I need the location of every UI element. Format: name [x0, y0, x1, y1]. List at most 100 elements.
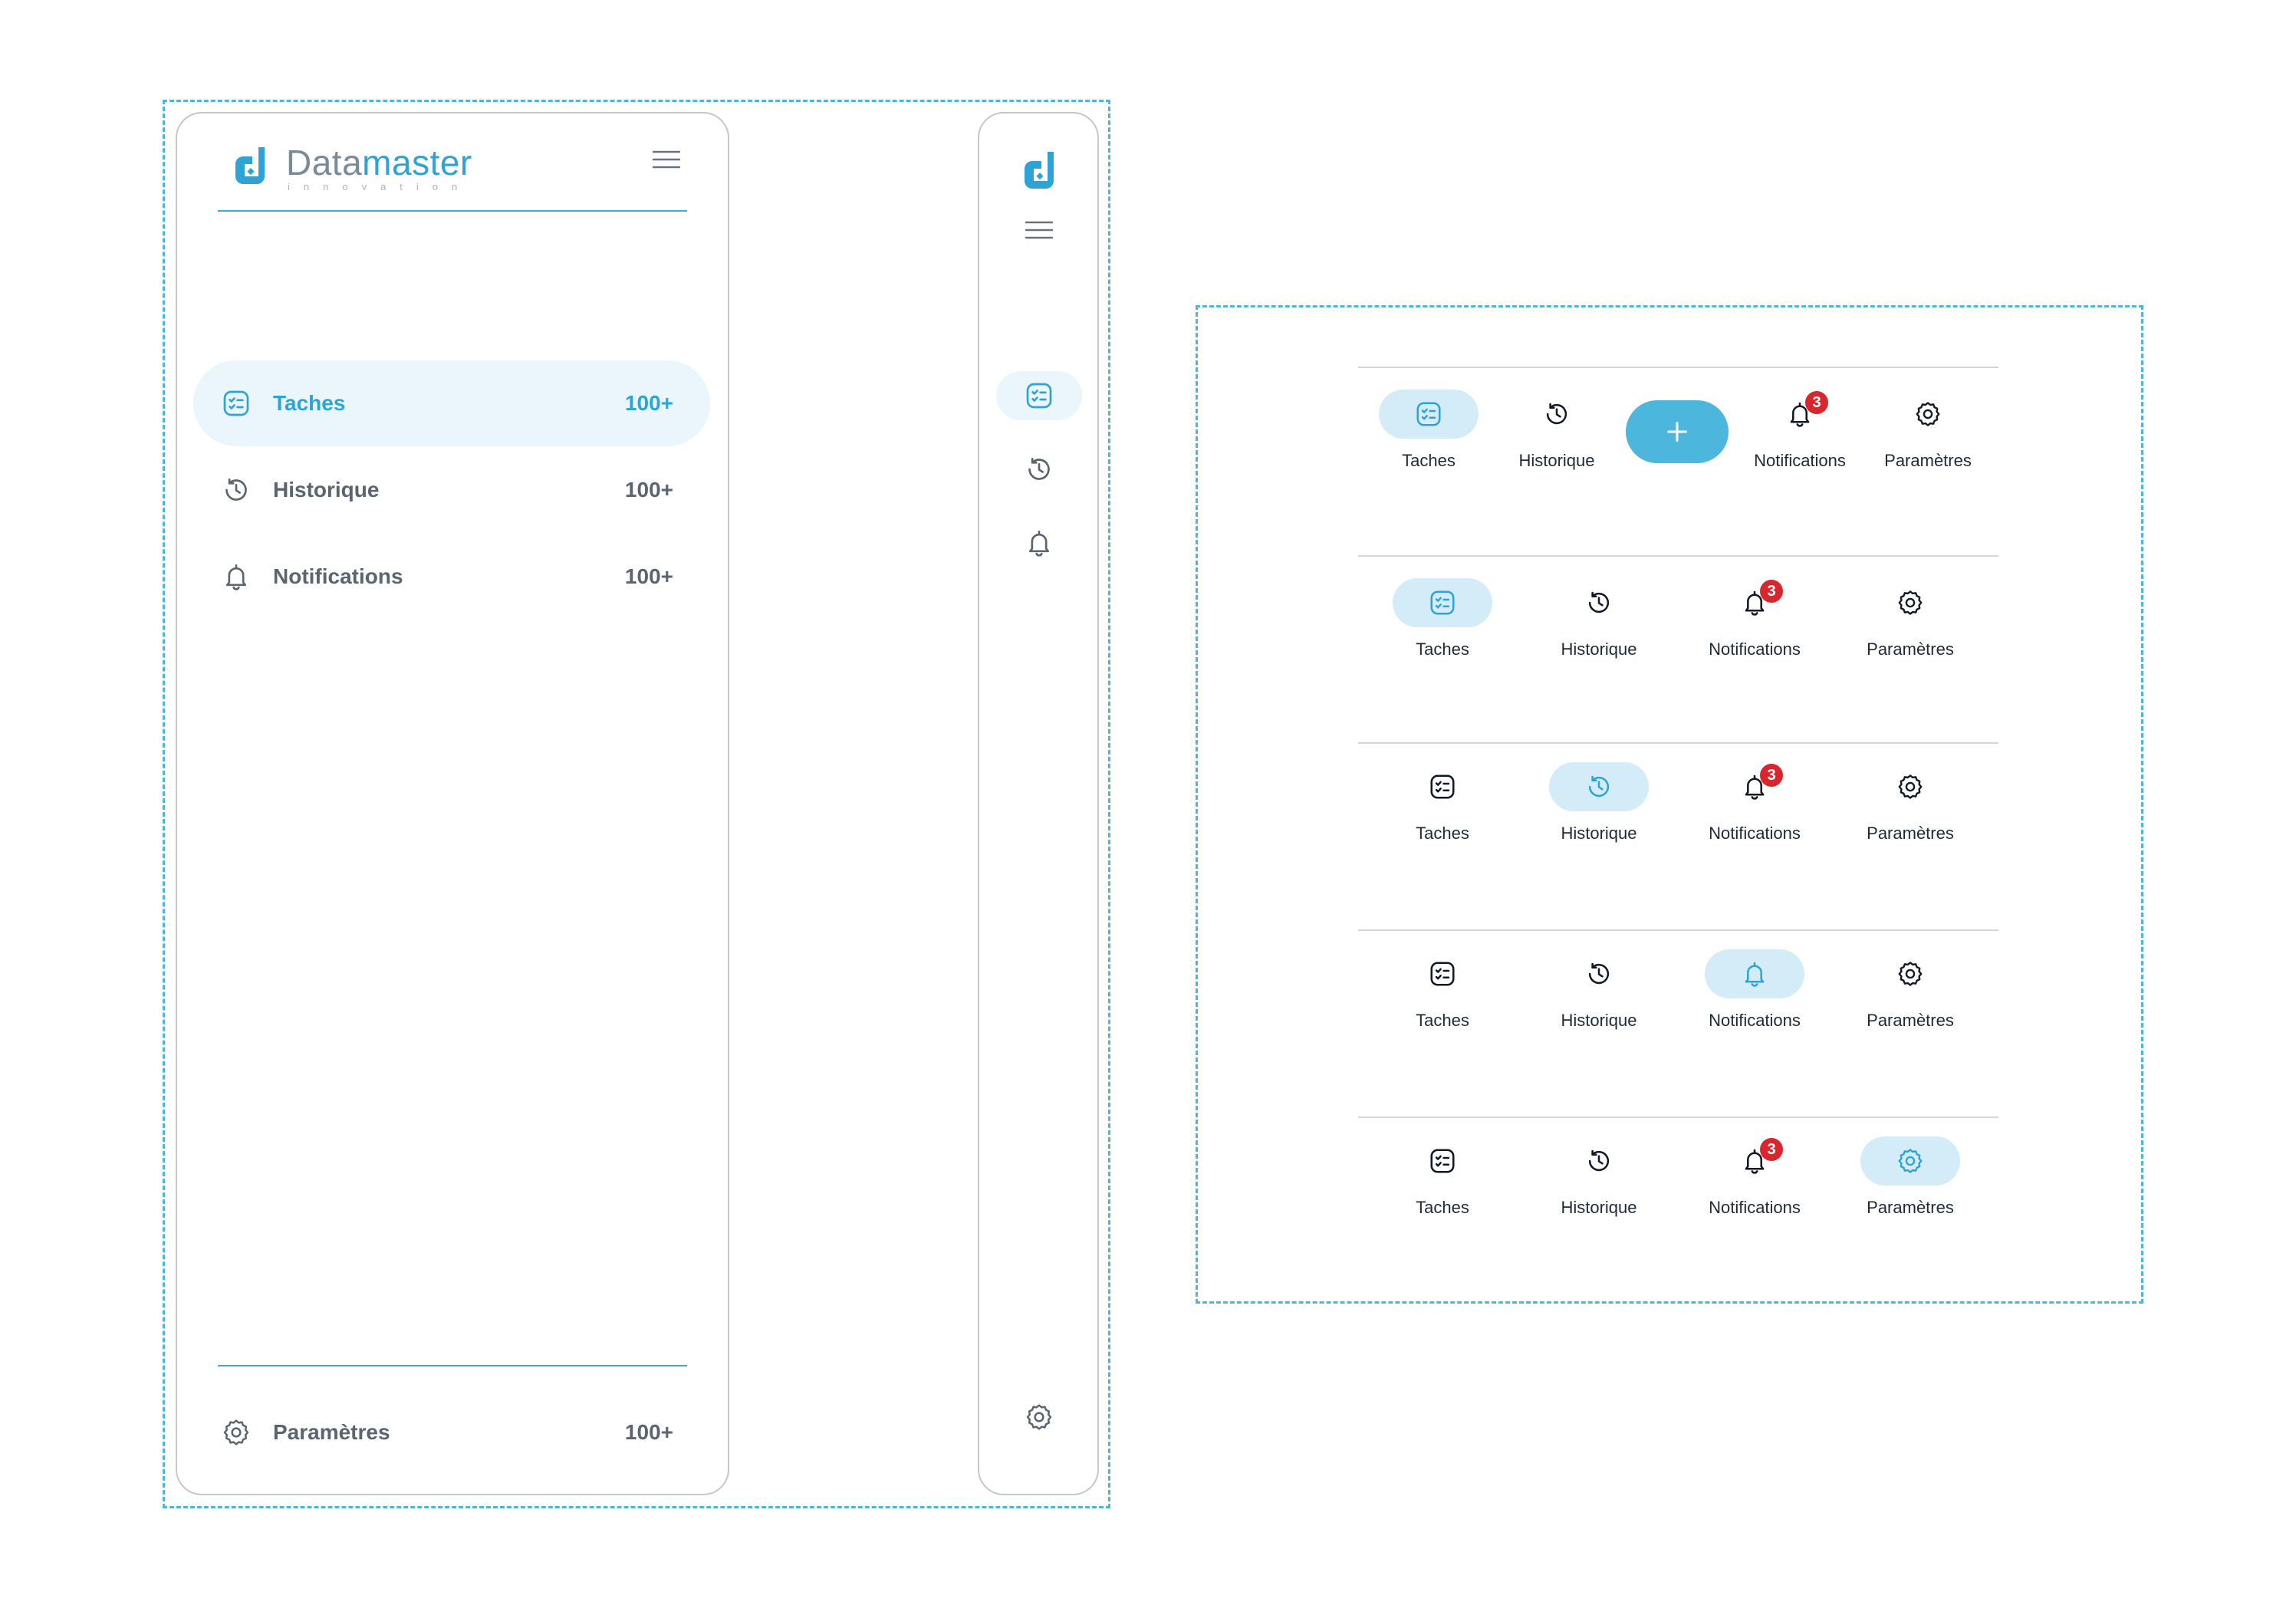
- tab-label: Taches: [1416, 824, 1469, 843]
- bottom-nav-divider: [1358, 367, 1998, 368]
- sidebar-item-count: 100+: [624, 391, 673, 415]
- tab-notifications[interactable]: 3 Notifications: [1686, 578, 1824, 659]
- gear-icon: [1896, 772, 1925, 801]
- rail-item-historique[interactable]: [996, 445, 1082, 494]
- rail-item-notifications[interactable]: [996, 518, 1082, 567]
- tab-label: Notifications: [1709, 824, 1801, 843]
- datamaster-logo-icon: [231, 144, 271, 187]
- tab-historique[interactable]: Historique: [1488, 390, 1626, 471]
- tab-taches[interactable]: Taches: [1373, 762, 1511, 844]
- brand-tagline: innovation: [288, 181, 472, 192]
- tab-historique[interactable]: Historique: [1530, 1136, 1668, 1218]
- tab-parametres[interactable]: Paramètres: [1841, 1136, 1979, 1218]
- datamaster-logo-icon[interactable]: [1020, 149, 1060, 192]
- history-icon: [1584, 772, 1613, 801]
- tab-historique[interactable]: Historique: [1530, 578, 1668, 659]
- tab-label: Notifications: [1709, 1011, 1801, 1030]
- tab-notifications[interactable]: 3 Notifications: [1731, 390, 1869, 471]
- tab-label: Historique: [1561, 1198, 1637, 1217]
- sidebar-item-label: Taches: [273, 391, 346, 415]
- task-list-icon: [1428, 959, 1457, 988]
- tab-parametres[interactable]: Paramètres: [1841, 762, 1979, 844]
- bottom-nav-divider: [1358, 929, 1998, 931]
- bottom-nav-divider: [1358, 742, 1998, 744]
- tab-notifications[interactable]: Notifications: [1686, 949, 1824, 1031]
- history-icon: [221, 475, 252, 505]
- tab-label: Paramètres: [1867, 824, 1954, 843]
- gear-icon: [1024, 1402, 1054, 1432]
- bottom-nav-divider: [1358, 555, 1998, 557]
- tab-label: Notifications: [1754, 451, 1846, 470]
- history-icon: [1024, 454, 1054, 485]
- sidebar-item-parametres[interactable]: Paramètres 100+: [193, 1389, 710, 1475]
- hamburger-menu-icon[interactable]: [1025, 221, 1053, 239]
- history-icon: [1584, 1146, 1613, 1176]
- tab-taches[interactable]: Taches: [1373, 1136, 1511, 1218]
- header-divider: [218, 210, 687, 212]
- history-icon: [1584, 959, 1613, 988]
- notification-badge: 3: [1805, 391, 1828, 414]
- sidebar-item-count: 100+: [624, 478, 673, 502]
- bell-icon: [1740, 959, 1769, 988]
- tab-historique[interactable]: Historique: [1530, 949, 1668, 1031]
- sidebar-item-count: 100+: [624, 1420, 673, 1444]
- gear-icon: [221, 1417, 252, 1448]
- tab-notifications[interactable]: 3 Notifications: [1686, 1136, 1824, 1218]
- tab-label: Paramètres: [1867, 1198, 1954, 1217]
- sidebar-item-count: 100+: [624, 564, 673, 588]
- notification-badge: 3: [1760, 580, 1783, 603]
- notification-badge: 3: [1760, 764, 1783, 787]
- tab-label: Taches: [1416, 1011, 1469, 1030]
- tab-taches[interactable]: Taches: [1360, 390, 1498, 471]
- hamburger-menu-icon[interactable]: [653, 150, 680, 169]
- task-list-icon: [1414, 400, 1443, 429]
- history-icon: [1584, 588, 1613, 617]
- brand-logo[interactable]: Datamaster innovation: [231, 144, 472, 192]
- tab-label: Historique: [1561, 640, 1637, 659]
- task-list-icon: [1428, 588, 1457, 617]
- sidebar-item-taches[interactable]: Taches 100+: [193, 360, 710, 446]
- tab-label: Paramètres: [1884, 451, 1972, 470]
- history-icon: [1542, 400, 1571, 429]
- tab-historique[interactable]: Historique: [1530, 762, 1668, 844]
- task-list-icon: [1428, 772, 1457, 801]
- tab-label: Historique: [1561, 824, 1637, 843]
- brand-name: Datamaster: [286, 143, 472, 183]
- task-list-icon: [1024, 380, 1054, 411]
- tab-label: Historique: [1561, 1011, 1637, 1030]
- tab-label: Taches: [1402, 451, 1456, 470]
- tab-parametres[interactable]: Paramètres: [1841, 578, 1979, 659]
- add-fab-button[interactable]: [1626, 400, 1729, 463]
- notification-badge: 3: [1760, 1138, 1783, 1161]
- gear-icon: [1896, 959, 1925, 988]
- task-list-icon: [221, 388, 252, 419]
- tab-label: Paramètres: [1867, 640, 1954, 659]
- tab-label: Notifications: [1709, 1198, 1801, 1217]
- tab-taches[interactable]: Taches: [1373, 578, 1511, 659]
- tab-notifications[interactable]: 3 Notifications: [1686, 762, 1824, 844]
- tab-taches[interactable]: Taches: [1373, 949, 1511, 1031]
- rail-item-parametres[interactable]: [996, 1393, 1082, 1442]
- tab-parametres[interactable]: Paramètres: [1841, 949, 1979, 1031]
- sidebar-item-historique[interactable]: Historique 100+: [193, 447, 710, 533]
- gear-icon: [1896, 1146, 1925, 1176]
- sidebar-item-notifications[interactable]: Notifications 100+: [193, 534, 710, 620]
- tab-label: Historique: [1518, 451, 1595, 470]
- bell-icon: [221, 561, 252, 592]
- plus-icon: [1667, 422, 1687, 442]
- bell-icon: [1024, 528, 1054, 558]
- tab-parametres[interactable]: Paramètres: [1859, 390, 1997, 471]
- gear-icon: [1896, 588, 1925, 617]
- tab-label: Taches: [1416, 640, 1469, 659]
- sidebar-item-label: Paramètres: [273, 1420, 390, 1444]
- tab-label: Taches: [1416, 1198, 1469, 1217]
- sidebar-item-label: Historique: [273, 478, 380, 502]
- sidebar-expanded: Datamaster innovation Taches 100+ Histor…: [176, 112, 729, 1495]
- sidebar-collapsed: [978, 112, 1099, 1495]
- task-list-icon: [1428, 1146, 1457, 1176]
- sidebar-item-label: Notifications: [273, 564, 403, 588]
- tab-label: Notifications: [1709, 640, 1801, 659]
- rail-item-taches[interactable]: [996, 371, 1082, 420]
- tab-label: Paramètres: [1867, 1011, 1954, 1030]
- gear-icon: [1913, 400, 1942, 429]
